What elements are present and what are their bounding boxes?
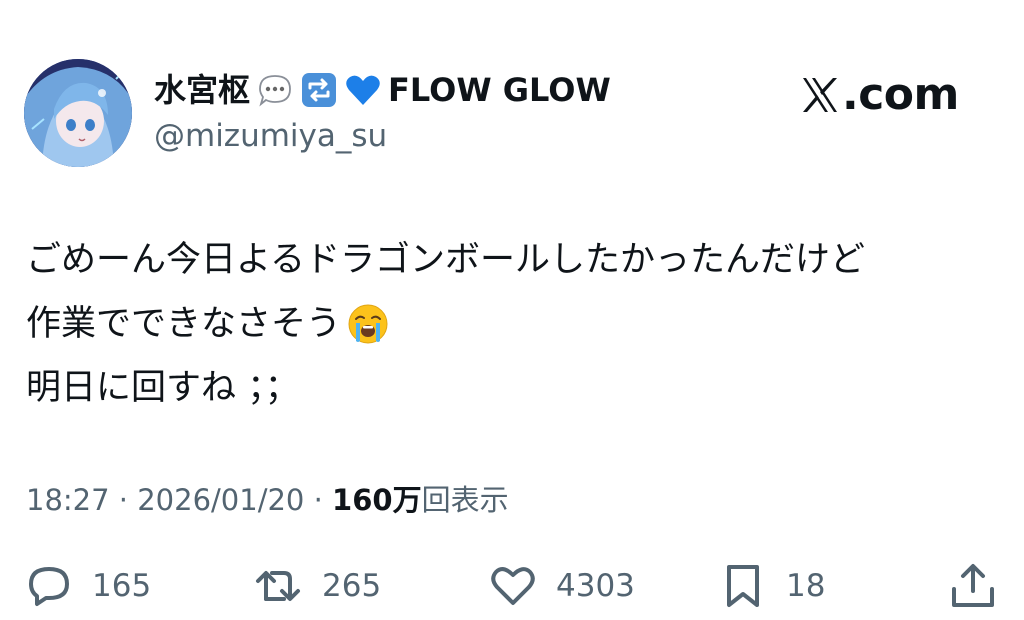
display-name[interactable]: 水宮枢 <box>154 68 250 112</box>
user-handle[interactable]: @mizumiya_su <box>154 115 387 157</box>
like-count: 4303 <box>556 568 635 604</box>
heart-icon <box>491 567 535 605</box>
share-button[interactable] <box>948 560 998 612</box>
tweet-line: 作業でできなさそう <box>26 292 996 356</box>
tweet-date[interactable]: 2026/01/20 <box>137 483 304 517</box>
bookmark-button[interactable]: 18 <box>718 560 825 612</box>
tweet-time[interactable]: 18:27 <box>26 483 110 517</box>
avatar[interactable] <box>24 59 132 167</box>
repeat-button-icon <box>300 71 338 109</box>
separator: · <box>313 483 323 517</box>
user-name-row[interactable]: 水宮枢 FLOW GLOW <box>154 68 611 112</box>
tweet-line: ごめーん今日よるドラゴンボールしたかったんだけど <box>26 240 865 280</box>
x-com-brand: .com <box>800 68 959 122</box>
repost-count: 265 <box>322 568 382 604</box>
reply-count: 165 <box>92 568 152 604</box>
reply-button[interactable]: 165 <box>24 560 151 612</box>
view-count: 160万 <box>332 483 422 517</box>
repost-icon <box>256 571 300 601</box>
tweet-text: ごめーん今日よるドラゴンボールしたかったんだけど 作業でできなさそう 明日に回す… <box>26 228 996 420</box>
speech-bubble-icon <box>256 71 294 109</box>
bookmark-icon <box>727 565 759 607</box>
loudly-crying-face-icon <box>347 303 389 345</box>
tweet-line-text: 作業でできなさそう <box>26 304 342 344</box>
brand-label: .com <box>842 69 959 120</box>
tweet-meta: 18:27 · 2026/01/20 · 160万回表示 <box>26 478 509 522</box>
share-icon <box>952 564 994 607</box>
tweet-line: 明日に回すね ；； <box>26 368 300 408</box>
separator: · <box>118 483 129 517</box>
x-logo-icon <box>803 78 837 112</box>
blue-heart-icon <box>344 71 382 109</box>
view-label: 回表示 <box>421 483 509 517</box>
repost-button[interactable]: 265 <box>254 560 381 612</box>
badge-text: FLOW GLOW <box>388 71 611 109</box>
bookmark-count: 18 <box>786 568 826 604</box>
like-button[interactable]: 4303 <box>488 560 635 612</box>
reply-icon <box>29 567 69 606</box>
